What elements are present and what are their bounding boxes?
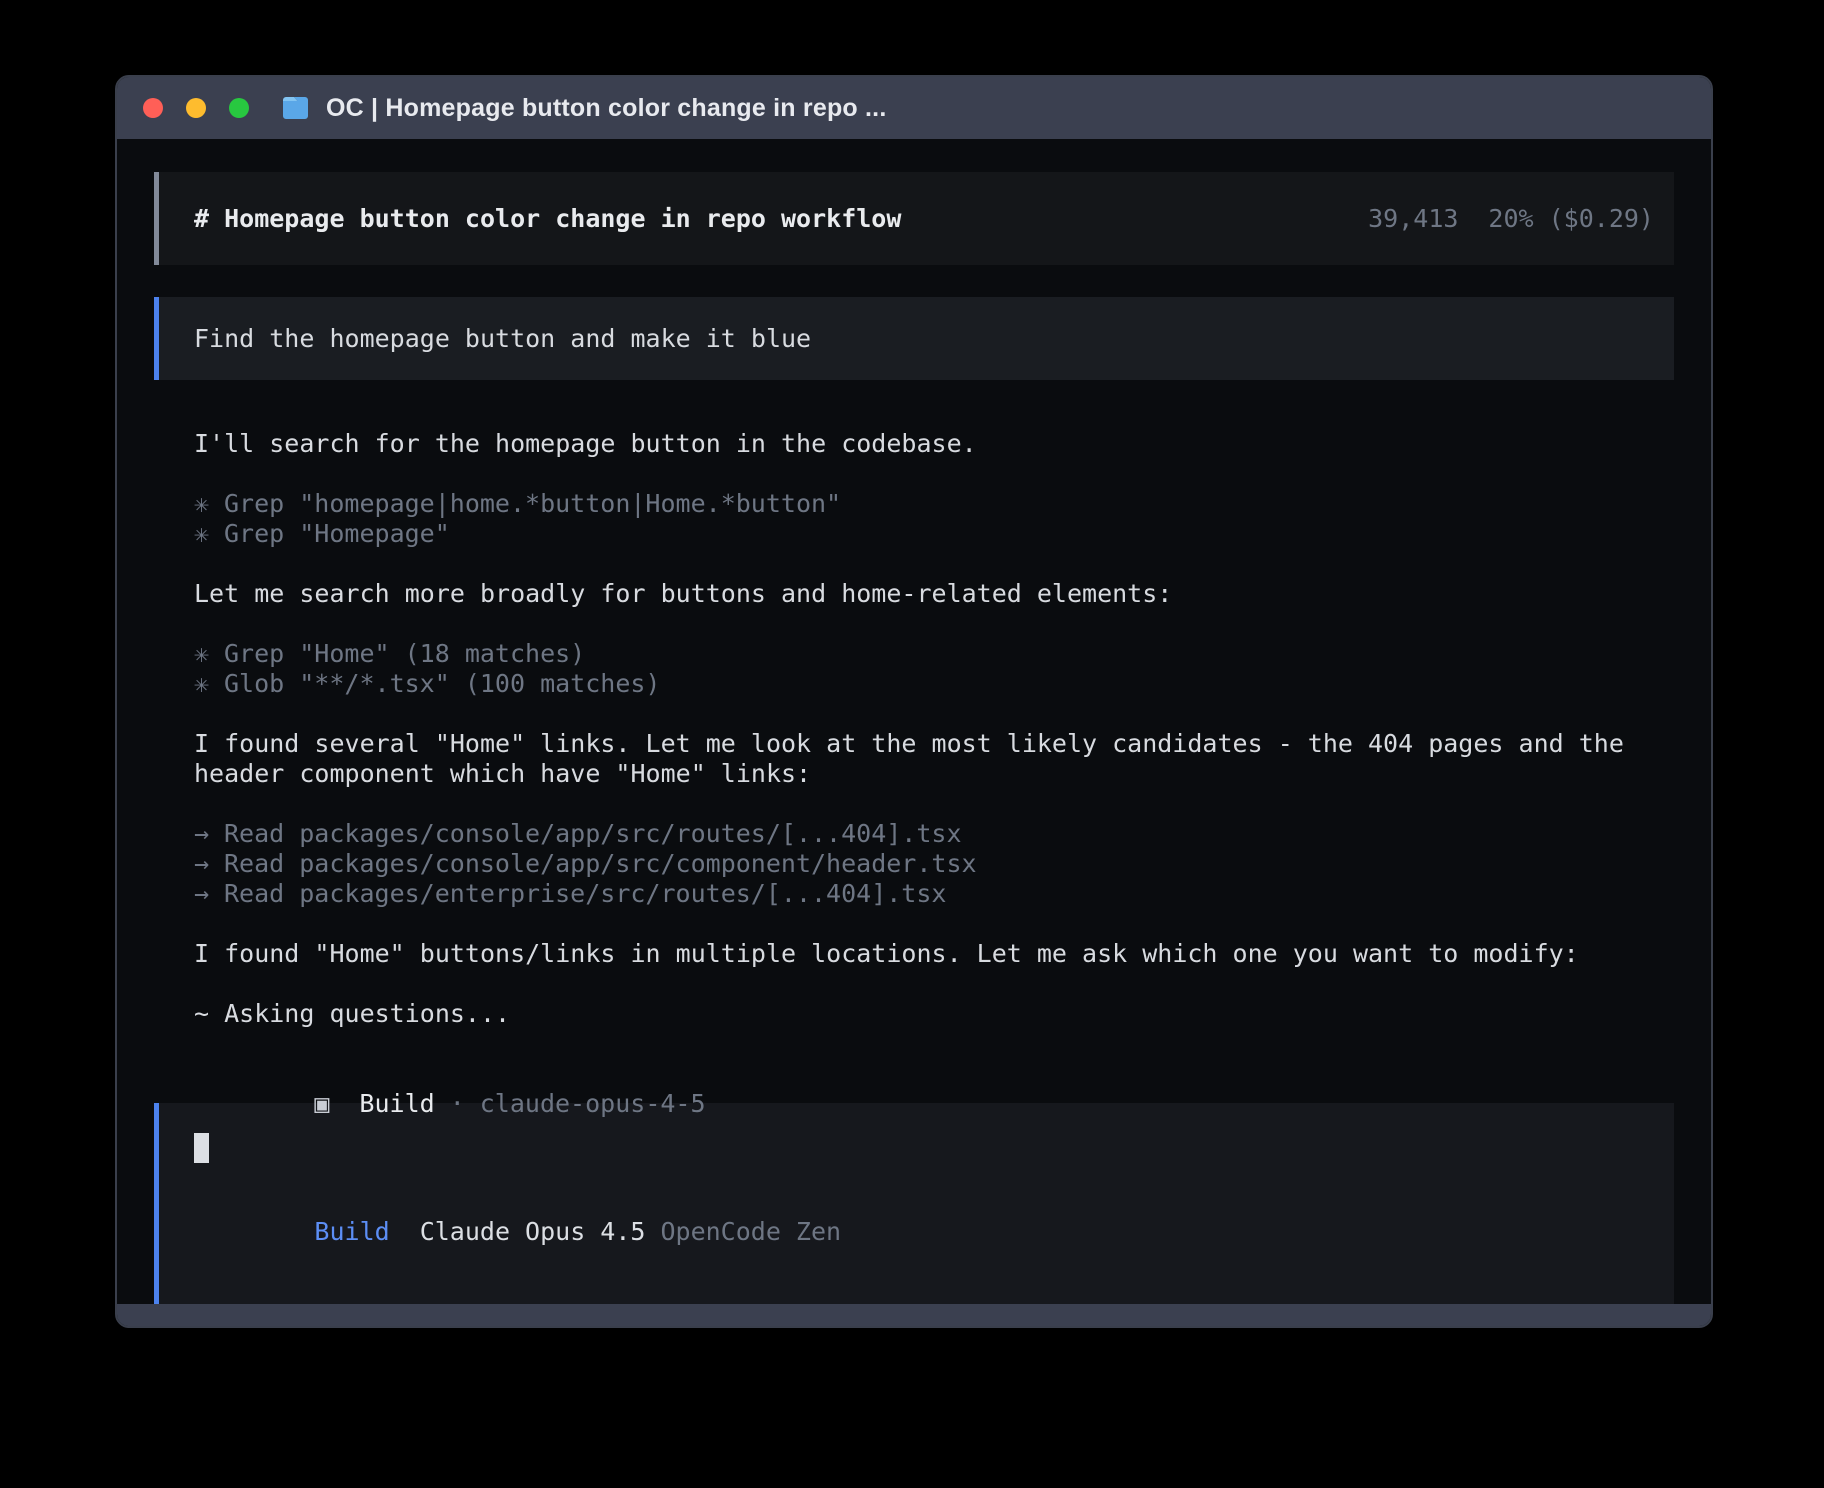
assistant-message-candidates: I found several "Home" links. Let me loo… (194, 729, 1674, 789)
tool-call-text: Read packages/console/app/src/component/… (224, 849, 977, 878)
titlebar[interactable]: OC | Homepage button color change in rep… (117, 77, 1711, 139)
token-count: 39,413 (1368, 204, 1458, 233)
tool-call-read-2: →Read packages/console/app/src/component… (194, 849, 1674, 879)
context-usage: 20% ($0.29) (1488, 204, 1654, 233)
tool-call-text: Read packages/enterprise/src/routes/[...… (224, 879, 946, 908)
close-button[interactable] (143, 98, 163, 118)
assistant-message-intro: I'll search for the homepage button in t… (194, 429, 1674, 459)
window-title: OC | Homepage button color change in rep… (326, 94, 886, 123)
agent-status-line: ▣Build·claude-opus-4-5 (194, 1059, 1674, 1089)
assistant-message-found: I found "Home" buttons/links in multiple… (194, 939, 1674, 969)
tool-call-grep-1: ✳Grep "homepage|home.*button|Home.*butto… (194, 489, 1674, 519)
assistant-message-asking: ~ Asking questions... (194, 999, 1674, 1029)
agent-model: claude-opus-4-5 (480, 1089, 706, 1118)
tool-call-read-3: →Read packages/enterprise/src/routes/[..… (194, 879, 1674, 909)
assistant-message-broader: Let me search more broadly for buttons a… (194, 579, 1674, 609)
input-model-label: Claude Opus 4.5 (420, 1217, 646, 1246)
window-bottom-edge (117, 1304, 1711, 1326)
terminal-window: OC | Homepage button color change in rep… (115, 75, 1713, 1328)
user-message-text: Find the homepage button and make it blu… (194, 324, 811, 353)
folder-icon (281, 95, 313, 121)
session-title: # Homepage button color change in repo w… (194, 204, 901, 233)
input-meta: Build Claude Opus 4.5 OpenCode Zen (194, 1187, 1639, 1277)
session-content: # Homepage button color change in repo w… (117, 172, 1711, 1328)
prompt-input[interactable]: Build Claude Opus 4.5 OpenCode Zen (154, 1103, 1674, 1305)
input-provider-label: OpenCode Zen (660, 1217, 841, 1246)
transcript: I'll search for the homepage button in t… (154, 429, 1674, 1089)
asterisk-icon: ✳ (194, 489, 224, 519)
input-mode-badge[interactable]: Build (314, 1217, 389, 1246)
tool-call-read-1: →Read packages/console/app/src/routes/[.… (194, 819, 1674, 849)
minimize-button[interactable] (186, 98, 206, 118)
tool-call-grep-2: ✳Grep "Homepage" (194, 519, 1674, 549)
separator-dot: · (450, 1089, 465, 1118)
arrow-right-icon: → (194, 849, 224, 879)
tool-call-text: Grep "Home" (18 matches) (224, 639, 585, 668)
arrow-right-icon: → (194, 879, 224, 909)
zoom-button[interactable] (229, 98, 249, 118)
session-stats: 39,413 20% ($0.29) (1368, 204, 1654, 233)
traffic-lights (143, 98, 249, 118)
asterisk-icon: ✳ (194, 669, 224, 699)
agent-name: Build (359, 1089, 434, 1118)
tool-call-glob-1: ✳Glob "**/*.tsx" (100 matches) (194, 669, 1674, 699)
tool-call-text: Glob "**/*.tsx" (100 matches) (224, 669, 661, 698)
asterisk-icon: ✳ (194, 519, 224, 549)
asterisk-icon: ✳ (194, 639, 224, 669)
agent-build-icon: ▣ (314, 1089, 359, 1119)
tool-call-text: Grep "Homepage" (224, 519, 450, 548)
user-message: Find the homepage button and make it blu… (154, 297, 1674, 380)
arrow-right-icon: → (194, 819, 224, 849)
tool-call-grep-3: ✳Grep "Home" (18 matches) (194, 639, 1674, 669)
session-header: # Homepage button color change in repo w… (154, 172, 1674, 265)
tool-call-text: Read packages/console/app/src/routes/[..… (224, 819, 962, 848)
tool-call-text: Grep "homepage|home.*button|Home.*button… (224, 489, 841, 518)
